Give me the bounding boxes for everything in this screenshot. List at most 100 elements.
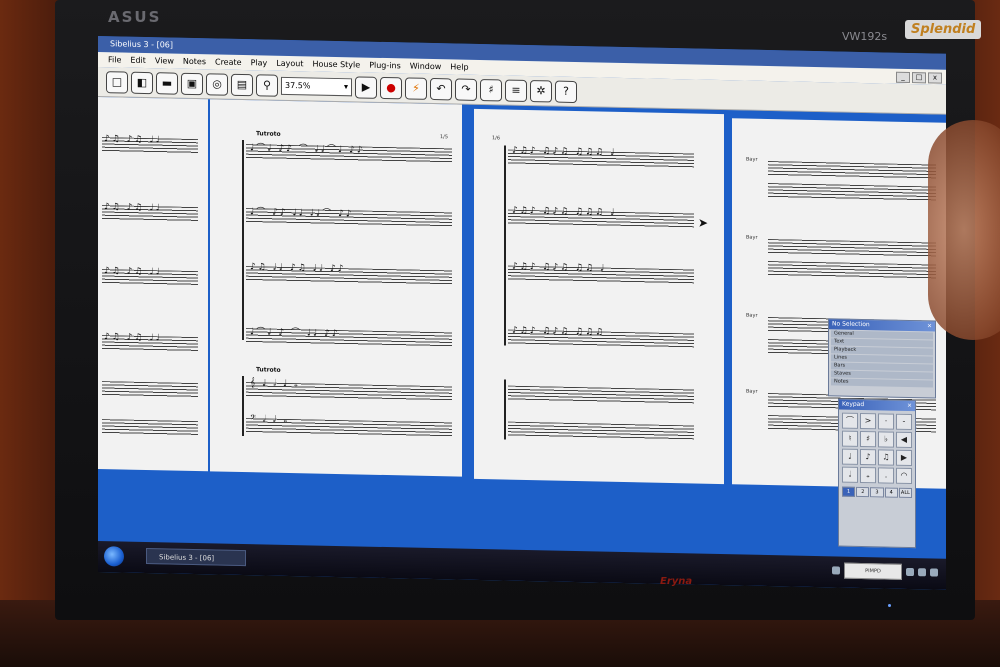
- menu-create[interactable]: Create: [215, 54, 242, 70]
- menu-notes[interactable]: Notes: [183, 54, 206, 69]
- mixer-icon[interactable]: ♯: [480, 78, 502, 101]
- instrument-label: Bayr: [746, 312, 758, 319]
- record-icon[interactable]: ●: [380, 76, 402, 99]
- properties-title: No Selection: [832, 320, 870, 329]
- keypad-tab-all[interactable]: ALL: [898, 487, 913, 499]
- notes: ♪♫♪ ♫♪♫ ♫♫♫ ♩: [512, 145, 617, 158]
- settings-icon[interactable]: ✲: [530, 79, 552, 103]
- menu-help[interactable]: Help: [450, 59, 468, 74]
- keypad-key[interactable]: ♫: [878, 449, 894, 466]
- piano-staff-bass: [508, 421, 694, 440]
- splendid-badge: Splendid: [905, 20, 982, 39]
- list-icon[interactable]: ≡: [505, 79, 527, 102]
- keypad-key[interactable]: ▶: [896, 449, 912, 467]
- keypad-tabs: 1 2 3 4 ALL: [839, 486, 915, 500]
- notes: 𝄞 ♩ 𝅗𝅥 ♩ 𝅝: [250, 378, 300, 390]
- zoom-select[interactable]: 37.5%: [281, 76, 352, 96]
- tray-icon[interactable]: [930, 568, 938, 577]
- score-workarea: ♪♫ ♪♫ ♩♩ ♪♫ ♪♫ ♩♩ ♪♫ ♪♫ ♩♩ ♪♫ ♪♫ ♩♩ 1/5 …: [98, 97, 946, 559]
- tray-icon[interactable]: [918, 568, 926, 577]
- keypad-tab-1[interactable]: 1: [842, 486, 856, 497]
- minimize-button[interactable]: _: [896, 71, 910, 84]
- staff: [768, 161, 936, 179]
- tray-icon[interactable]: [832, 566, 840, 575]
- keypad-tab-3[interactable]: 3: [870, 487, 884, 498]
- keypad-tab-4[interactable]: 4: [884, 487, 898, 498]
- notes: ♪♫ ♪♫ ♩♩: [104, 332, 162, 344]
- keypad-key[interactable]: ♭: [878, 431, 894, 448]
- system-tray: PIMPD: [832, 562, 938, 580]
- menu-file[interactable]: File: [108, 52, 121, 67]
- notes: ♪♫ ♪♫ ♩♩: [104, 134, 162, 146]
- keypad-key[interactable]: ·: [878, 413, 894, 430]
- notes: ♪♫ ♪♫ ♩♩: [104, 266, 162, 278]
- menu-edit[interactable]: Edit: [130, 53, 146, 68]
- keypad-key[interactable]: ♩: [842, 448, 858, 465]
- play-icon[interactable]: ▶: [355, 75, 377, 99]
- properties-notes[interactable]: Notes: [831, 378, 933, 388]
- keypad-key[interactable]: ♯: [860, 430, 876, 448]
- score-page-right: 1/6 ♪♫♪ ♫♪♫ ♫♫♫ ♩ ♪♫♪ ♫♪♫ ♫♫♫ ♩ ♪♫♪ ♫♪♫ …: [474, 108, 724, 485]
- mouse-pointer-icon: ➤: [698, 215, 709, 230]
- notes: ♪♫ ♩♩ ♪♫ ♩♩ ♪♪: [250, 262, 346, 275]
- keypad-key[interactable]: ◀: [896, 431, 912, 449]
- system-bracket: [504, 145, 506, 346]
- keypad-grid: ⌒ > · - ♮ ♯ ♭ ◀ ♩ ♪ ♫ ▶ 𝅗𝅥 𝅝 . ◠: [839, 410, 915, 488]
- maximize-button[interactable]: □: [912, 72, 926, 84]
- power-led: [888, 604, 891, 607]
- instrument-label: Bayr: [746, 234, 758, 241]
- monitor-brand: ASUS: [108, 8, 162, 26]
- menu-view[interactable]: View: [155, 53, 174, 68]
- keypad-tab-2[interactable]: 2: [856, 486, 870, 498]
- close-icon[interactable]: ×: [907, 401, 912, 411]
- print-icon[interactable]: ▬: [156, 71, 178, 95]
- system-bracket: [242, 140, 244, 341]
- page-number: 1/5: [439, 134, 448, 141]
- keypad-key[interactable]: 𝅝: [860, 466, 876, 484]
- keypad-key[interactable]: ◠: [896, 467, 912, 485]
- taskbar-item-sibelius[interactable]: Sibelius 3 - [06]: [146, 548, 246, 567]
- keypad-key[interactable]: ⌒: [842, 412, 858, 429]
- magnify-icon[interactable]: ⚲: [256, 73, 278, 97]
- tempo-mark-lower: Tutroto: [256, 366, 281, 374]
- keypad-key[interactable]: ♪: [860, 448, 876, 466]
- stand-logo: Eryna: [660, 576, 693, 587]
- navigator-icon[interactable]: ◎: [206, 72, 228, 96]
- undo-icon[interactable]: ↶: [430, 77, 452, 100]
- piano-staff-treble: [508, 385, 694, 404]
- flexi-time-icon[interactable]: ⚡: [405, 76, 427, 100]
- score-page-partial-left: ♪♫ ♪♫ ♩♩ ♪♫ ♪♫ ♩♩ ♪♫ ♪♫ ♩♩ ♪♫ ♪♫ ♩♩: [98, 97, 208, 472]
- score-page-left: 1/5 Tutroto ♩⌒♩ ♪♪ ⌒ ♩♩⌒♩ ♪♪ ♩⌒ ♪♪ ♩♩ ♩♩…: [210, 99, 462, 477]
- open-icon[interactable]: ◧: [131, 71, 153, 94]
- staff: [102, 419, 198, 436]
- notes: ♪♫ ♪♫ ♩♩: [104, 202, 162, 214]
- menu-window[interactable]: Window: [410, 59, 442, 75]
- menu-layout[interactable]: Layout: [276, 56, 303, 72]
- close-button[interactable]: x: [928, 72, 942, 84]
- piano-brace: [242, 376, 244, 437]
- properties-panel: No Selection × General Text Playback Lin…: [828, 318, 936, 399]
- redo-icon[interactable]: ↷: [455, 77, 477, 101]
- start-button[interactable]: [104, 546, 124, 567]
- instrument-label: Bayr: [746, 156, 758, 163]
- keypad-key[interactable]: ♮: [842, 430, 858, 447]
- properties-icon[interactable]: ▤: [231, 73, 253, 96]
- close-icon[interactable]: ×: [927, 321, 932, 331]
- menu-house-style[interactable]: House Style: [312, 56, 360, 72]
- keypad-key[interactable]: 𝅗𝅥: [842, 466, 858, 483]
- help-icon[interactable]: ?: [555, 80, 577, 103]
- tray-icon[interactable]: [906, 567, 914, 577]
- keypad-key[interactable]: >: [860, 412, 876, 430]
- new-icon[interactable]: □: [106, 70, 128, 94]
- notes: 𝄢 𝅗𝅥 ♩ 𝅝: [250, 414, 290, 426]
- piano-brace: [504, 379, 506, 440]
- tray-chip[interactable]: PIMPD: [844, 562, 902, 580]
- keypad-key[interactable]: -: [896, 413, 912, 431]
- menu-play[interactable]: Play: [251, 55, 268, 70]
- keypad-key[interactable]: .: [878, 467, 894, 484]
- window-controls: _ □ x: [896, 71, 942, 84]
- menu-plug-ins[interactable]: Plug-ins: [369, 58, 401, 74]
- notes: ♪♫♪ ♫♪♫ ♫♫ ♩: [512, 261, 607, 274]
- notes: ♩⌒♩ ♪ ⌒ ♩♩ ♪♪: [250, 327, 340, 340]
- save-icon[interactable]: ▣: [181, 72, 203, 95]
